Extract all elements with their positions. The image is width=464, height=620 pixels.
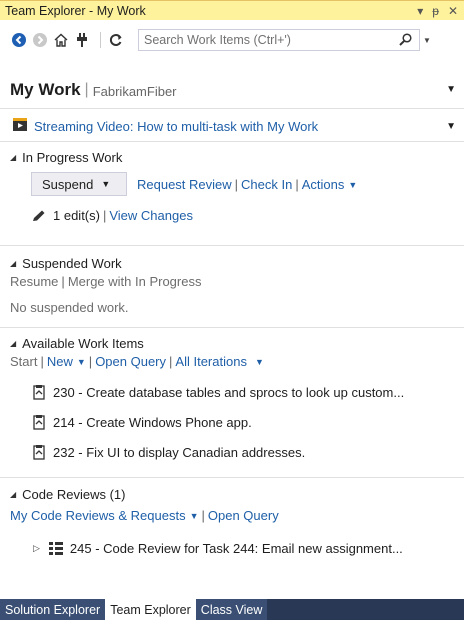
page-header: My Work | FabrikamFiber ▼ <box>0 76 464 104</box>
page-title: My Work <box>10 80 81 99</box>
in-progress-actions: Request Review | Check In | Actions ▼ <box>137 177 357 192</box>
tab-class-view[interactable]: Class View <box>195 599 268 620</box>
list-item[interactable]: 232 - Fix UI to display Canadian address… <box>31 444 305 460</box>
pin-icon[interactable]: ᵽ <box>432 4 439 18</box>
divider <box>0 108 464 109</box>
collapse-icon[interactable]: ◢ <box>10 153 16 162</box>
code-review-icon <box>48 540 64 556</box>
list-item[interactable]: 214 - Create Windows Phone app. <box>31 414 252 430</box>
video-icon <box>12 117 28 135</box>
work-item-icon <box>31 444 47 460</box>
chevron-down-icon[interactable]: ▼ <box>77 357 86 367</box>
tab-team-explorer[interactable]: Team Explorer <box>105 599 196 620</box>
section-suspended[interactable]: ◢ Suspended Work <box>10 256 122 271</box>
divider <box>0 477 464 478</box>
expand-icon[interactable]: ▷ <box>33 543 40 554</box>
refresh-icon[interactable] <box>107 31 125 49</box>
merge-link[interactable]: Merge with In Progress <box>68 274 202 289</box>
search-icon[interactable] <box>398 33 414 47</box>
actions-link[interactable]: Actions <box>302 177 345 192</box>
section-available-work-items[interactable]: ◢ Available Work Items <box>10 336 144 351</box>
search-box[interactable] <box>138 29 420 51</box>
all-iterations-link[interactable]: All Iterations <box>175 354 247 369</box>
link-separator: | <box>201 508 205 523</box>
window-title-bar: Team Explorer - My Work ▾ ᵽ ✕ <box>0 0 464 20</box>
chevron-down-icon[interactable]: ▼ <box>255 357 264 367</box>
list-item[interactable]: 230 - Create database tables and sprocs … <box>31 384 404 400</box>
toolbar: ▼ <box>0 20 464 60</box>
code-review-actions: My Code Reviews & Requests ▼ | Open Quer… <box>10 508 279 523</box>
connect-icon[interactable] <box>73 31 91 49</box>
link-separator: | <box>88 354 93 369</box>
suspended-actions: Resume | Merge with In Progress <box>10 274 201 289</box>
suspended-empty-message: No suspended work. <box>10 300 129 315</box>
work-item-icon <box>31 384 47 400</box>
divider <box>0 245 464 246</box>
window-title: Team Explorer - My Work <box>5 3 146 18</box>
collapse-icon[interactable]: ◢ <box>10 490 16 499</box>
video-banner: Streaming Video: How to multi-task with … <box>0 114 464 138</box>
project-name: FabrikamFiber <box>92 83 177 99</box>
work-item-icon <box>31 414 47 430</box>
link-separator: | <box>234 177 239 192</box>
suspend-button[interactable]: Suspend ▼ <box>31 172 127 196</box>
pending-edits-row: 1 edit(s) | View Changes <box>31 208 193 223</box>
work-item-title: 230 - Create database tables and sprocs … <box>53 384 405 400</box>
link-separator: | <box>102 208 107 223</box>
section-title: In Progress Work <box>22 150 123 165</box>
link-separator: | <box>61 274 65 289</box>
section-title: Code Reviews (1) <box>22 487 126 502</box>
chevron-down-icon: ▼ <box>101 179 111 189</box>
code-review-title: 245 - Code Review for Task 244: Email ne… <box>69 540 403 556</box>
start-link[interactable]: Start <box>10 354 37 369</box>
section-code-reviews[interactable]: ◢ Code Reviews (1) <box>10 487 125 502</box>
banner-menu-icon[interactable]: ▼ <box>446 121 456 132</box>
search-input[interactable] <box>144 33 394 47</box>
resume-link[interactable]: Resume <box>10 274 58 289</box>
new-link[interactable]: New <box>47 354 73 369</box>
suspend-label: Suspend <box>42 176 94 192</box>
section-title: Suspended Work <box>22 256 122 271</box>
pencil-icon <box>31 209 47 223</box>
divider <box>0 327 464 328</box>
home-icon[interactable] <box>52 31 70 49</box>
tab-solution-explorer[interactable]: Solution Explorer <box>0 599 106 620</box>
back-icon[interactable] <box>10 31 28 49</box>
forward-icon[interactable] <box>31 31 49 49</box>
work-item-title: 232 - Fix UI to display Canadian address… <box>53 444 306 460</box>
dropdown-icon[interactable]: ▾ <box>417 4 423 18</box>
search-options-icon[interactable]: ▼ <box>423 36 431 45</box>
link-separator: | <box>295 177 299 192</box>
work-item-title: 214 - Create Windows Phone app. <box>53 414 252 430</box>
chevron-down-icon[interactable]: ▼ <box>348 180 357 190</box>
open-query-link[interactable]: Open Query <box>208 508 279 523</box>
view-changes-link[interactable]: View Changes <box>109 208 193 223</box>
collapse-icon[interactable]: ◢ <box>10 339 16 348</box>
request-review-link[interactable]: Request Review <box>137 177 232 192</box>
header-separator: | <box>84 81 89 98</box>
check-in-link[interactable]: Check In <box>241 177 292 192</box>
divider <box>0 141 464 142</box>
page-menu-icon[interactable]: ▼ <box>446 84 456 95</box>
open-query-link[interactable]: Open Query <box>95 354 166 369</box>
collapse-icon[interactable]: ◢ <box>10 259 16 268</box>
section-in-progress[interactable]: ◢ In Progress Work <box>10 150 122 165</box>
streaming-video-link[interactable]: Streaming Video: How to multi-task with … <box>34 119 318 134</box>
section-title: Available Work Items <box>22 336 144 351</box>
tree-item[interactable]: ▷ 245 - Code Review for Task 244: Email … <box>33 540 403 556</box>
toolbar-separator <box>100 32 101 48</box>
edits-count: 1 edit(s) <box>53 208 100 223</box>
my-code-reviews-link[interactable]: My Code Reviews & Requests <box>10 508 186 523</box>
tab-strip: Solution Explorer Team Explorer Class Vi… <box>0 599 464 620</box>
available-actions: Start | New ▼ | Open Query | All Iterati… <box>10 354 264 369</box>
link-separator: | <box>40 354 44 369</box>
link-separator: | <box>169 354 173 369</box>
chevron-down-icon[interactable]: ▼ <box>190 511 199 521</box>
close-icon[interactable]: ✕ <box>448 4 458 18</box>
